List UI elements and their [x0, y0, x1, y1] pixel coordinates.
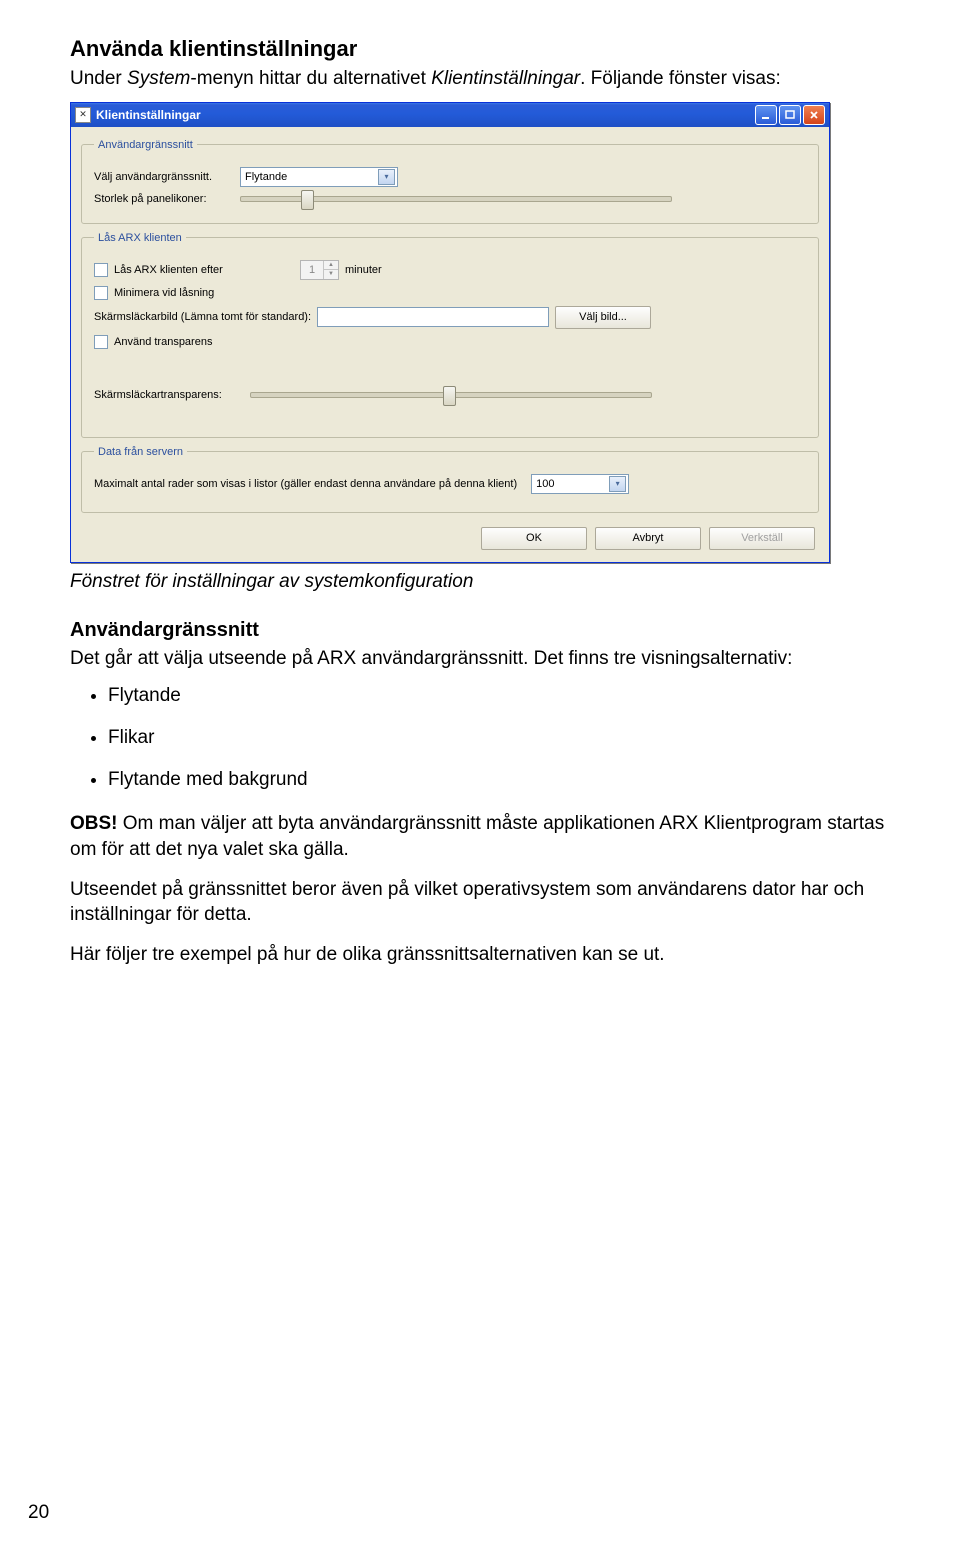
slider-thumb-icon[interactable]: [301, 190, 314, 210]
paragraph-os-note: Utseendet på gränssnittet beror även på …: [70, 877, 906, 928]
slider-transparency[interactable]: [250, 392, 652, 398]
maximize-button[interactable]: [779, 105, 801, 125]
label-minutes: minuter: [345, 264, 382, 276]
slider-icon-size[interactable]: [240, 196, 672, 202]
group-user-interface: Användargränssnitt Välj användargränssni…: [81, 139, 819, 224]
chevron-down-icon: ▾: [378, 169, 395, 185]
intro-text-post: . Följande fönster visas:: [580, 68, 781, 89]
label-screensaver: Skärmsläckarbild (Lämna tomt för standar…: [94, 311, 311, 323]
browse-image-button[interactable]: Välj bild...: [555, 306, 651, 329]
cancel-button[interactable]: Avbryt: [595, 527, 701, 550]
titlebar[interactable]: ✕ Klientinställningar: [71, 103, 829, 127]
combo-max-rows[interactable]: 100 ▾: [531, 474, 629, 494]
checkbox-transparency[interactable]: [94, 335, 108, 349]
paragraph-alternatives: Det går att välja utseende på ARX använd…: [70, 646, 906, 672]
checkbox-minimize[interactable]: [94, 286, 108, 300]
input-screensaver-path[interactable]: [317, 307, 549, 327]
label-transparency-slider: Skärmsläckartransparens:: [94, 389, 244, 401]
spinner-up-icon[interactable]: ▲: [324, 261, 338, 271]
list-item: Flikar: [108, 727, 906, 749]
window-title: Klientinställningar: [96, 108, 755, 122]
label-use-transparency: Använd transparens: [114, 336, 212, 348]
subhead-user-interface: Användargränssnitt: [70, 619, 906, 642]
intro-paragraph: Under System-menyn hittar du alternative…: [70, 66, 906, 92]
page-number: 20: [28, 1502, 49, 1524]
minimize-button[interactable]: [755, 105, 777, 125]
combo-interface-value: Flytande: [245, 171, 287, 183]
intro-text-mid: -menyn hittar du alternativet: [190, 68, 431, 89]
obs-label: OBS!: [70, 813, 118, 834]
group-server-data-legend: Data från servern: [94, 446, 187, 458]
page-heading: Använda klientinställningar: [70, 36, 906, 62]
close-button[interactable]: [803, 105, 825, 125]
group-user-interface-legend: Användargränssnitt: [94, 139, 197, 151]
intro-em-system: System: [127, 68, 190, 89]
obs-paragraph: OBS! Om man väljer att byta användargrän…: [70, 811, 906, 862]
slider-thumb-transparency[interactable]: [443, 386, 456, 406]
spinner-minutes[interactable]: 1 ▲▼: [300, 260, 339, 280]
app-icon: ✕: [75, 107, 91, 123]
label-icon-size: Storlek på panelikoner:: [94, 193, 234, 205]
obs-text: Om man väljer att byta användargränssnit…: [70, 813, 884, 860]
combo-interface[interactable]: Flytande ▾: [240, 167, 398, 187]
window: ✕ Klientinställningar Användargränssnitt…: [70, 102, 830, 563]
chevron-down-icon: ▾: [609, 476, 626, 492]
paragraph-examples: Här följer tre exempel på hur de olika g…: [70, 942, 906, 968]
list-item: Flytande med bakgrund: [108, 769, 906, 791]
screenshot-caption: Fönstret för inställningar av systemkonf…: [70, 571, 906, 593]
list-item: Flytande: [108, 685, 906, 707]
label-lock-after: Lås ARX klienten efter: [114, 264, 294, 276]
spinner-value: 1: [301, 261, 324, 279]
apply-button[interactable]: Verkställ: [709, 527, 815, 550]
group-lock-client-legend: Lås ARX klienten: [94, 232, 186, 244]
window-body: Användargränssnitt Välj användargränssni…: [71, 127, 829, 562]
combo-max-rows-value: 100: [536, 478, 554, 490]
app-icon-glyph: ✕: [79, 109, 87, 120]
screenshot-container: ✕ Klientinställningar Användargränssnitt…: [70, 102, 906, 563]
window-buttons: [755, 105, 825, 125]
checkbox-lock-after[interactable]: [94, 263, 108, 277]
label-max-rows: Maximalt antal rader som visas i listor …: [94, 478, 517, 490]
label-choose-interface: Välj användargränssnitt.: [94, 171, 234, 183]
spinner-down-icon[interactable]: ▼: [324, 270, 338, 279]
group-server-data: Data från servern Maximalt antal rader s…: [81, 446, 819, 513]
dialog-footer: OK Avbryt Verkställ: [81, 521, 819, 552]
bullet-list: Flytande Flikar Flytande med bakgrund: [70, 685, 906, 791]
label-minimize: Minimera vid låsning: [114, 287, 214, 299]
group-lock-client: Lås ARX klienten Lås ARX klienten efter …: [81, 232, 819, 438]
intro-em-klient: Klientinställningar: [431, 68, 580, 89]
intro-text-pre: Under: [70, 68, 127, 89]
ok-button[interactable]: OK: [481, 527, 587, 550]
